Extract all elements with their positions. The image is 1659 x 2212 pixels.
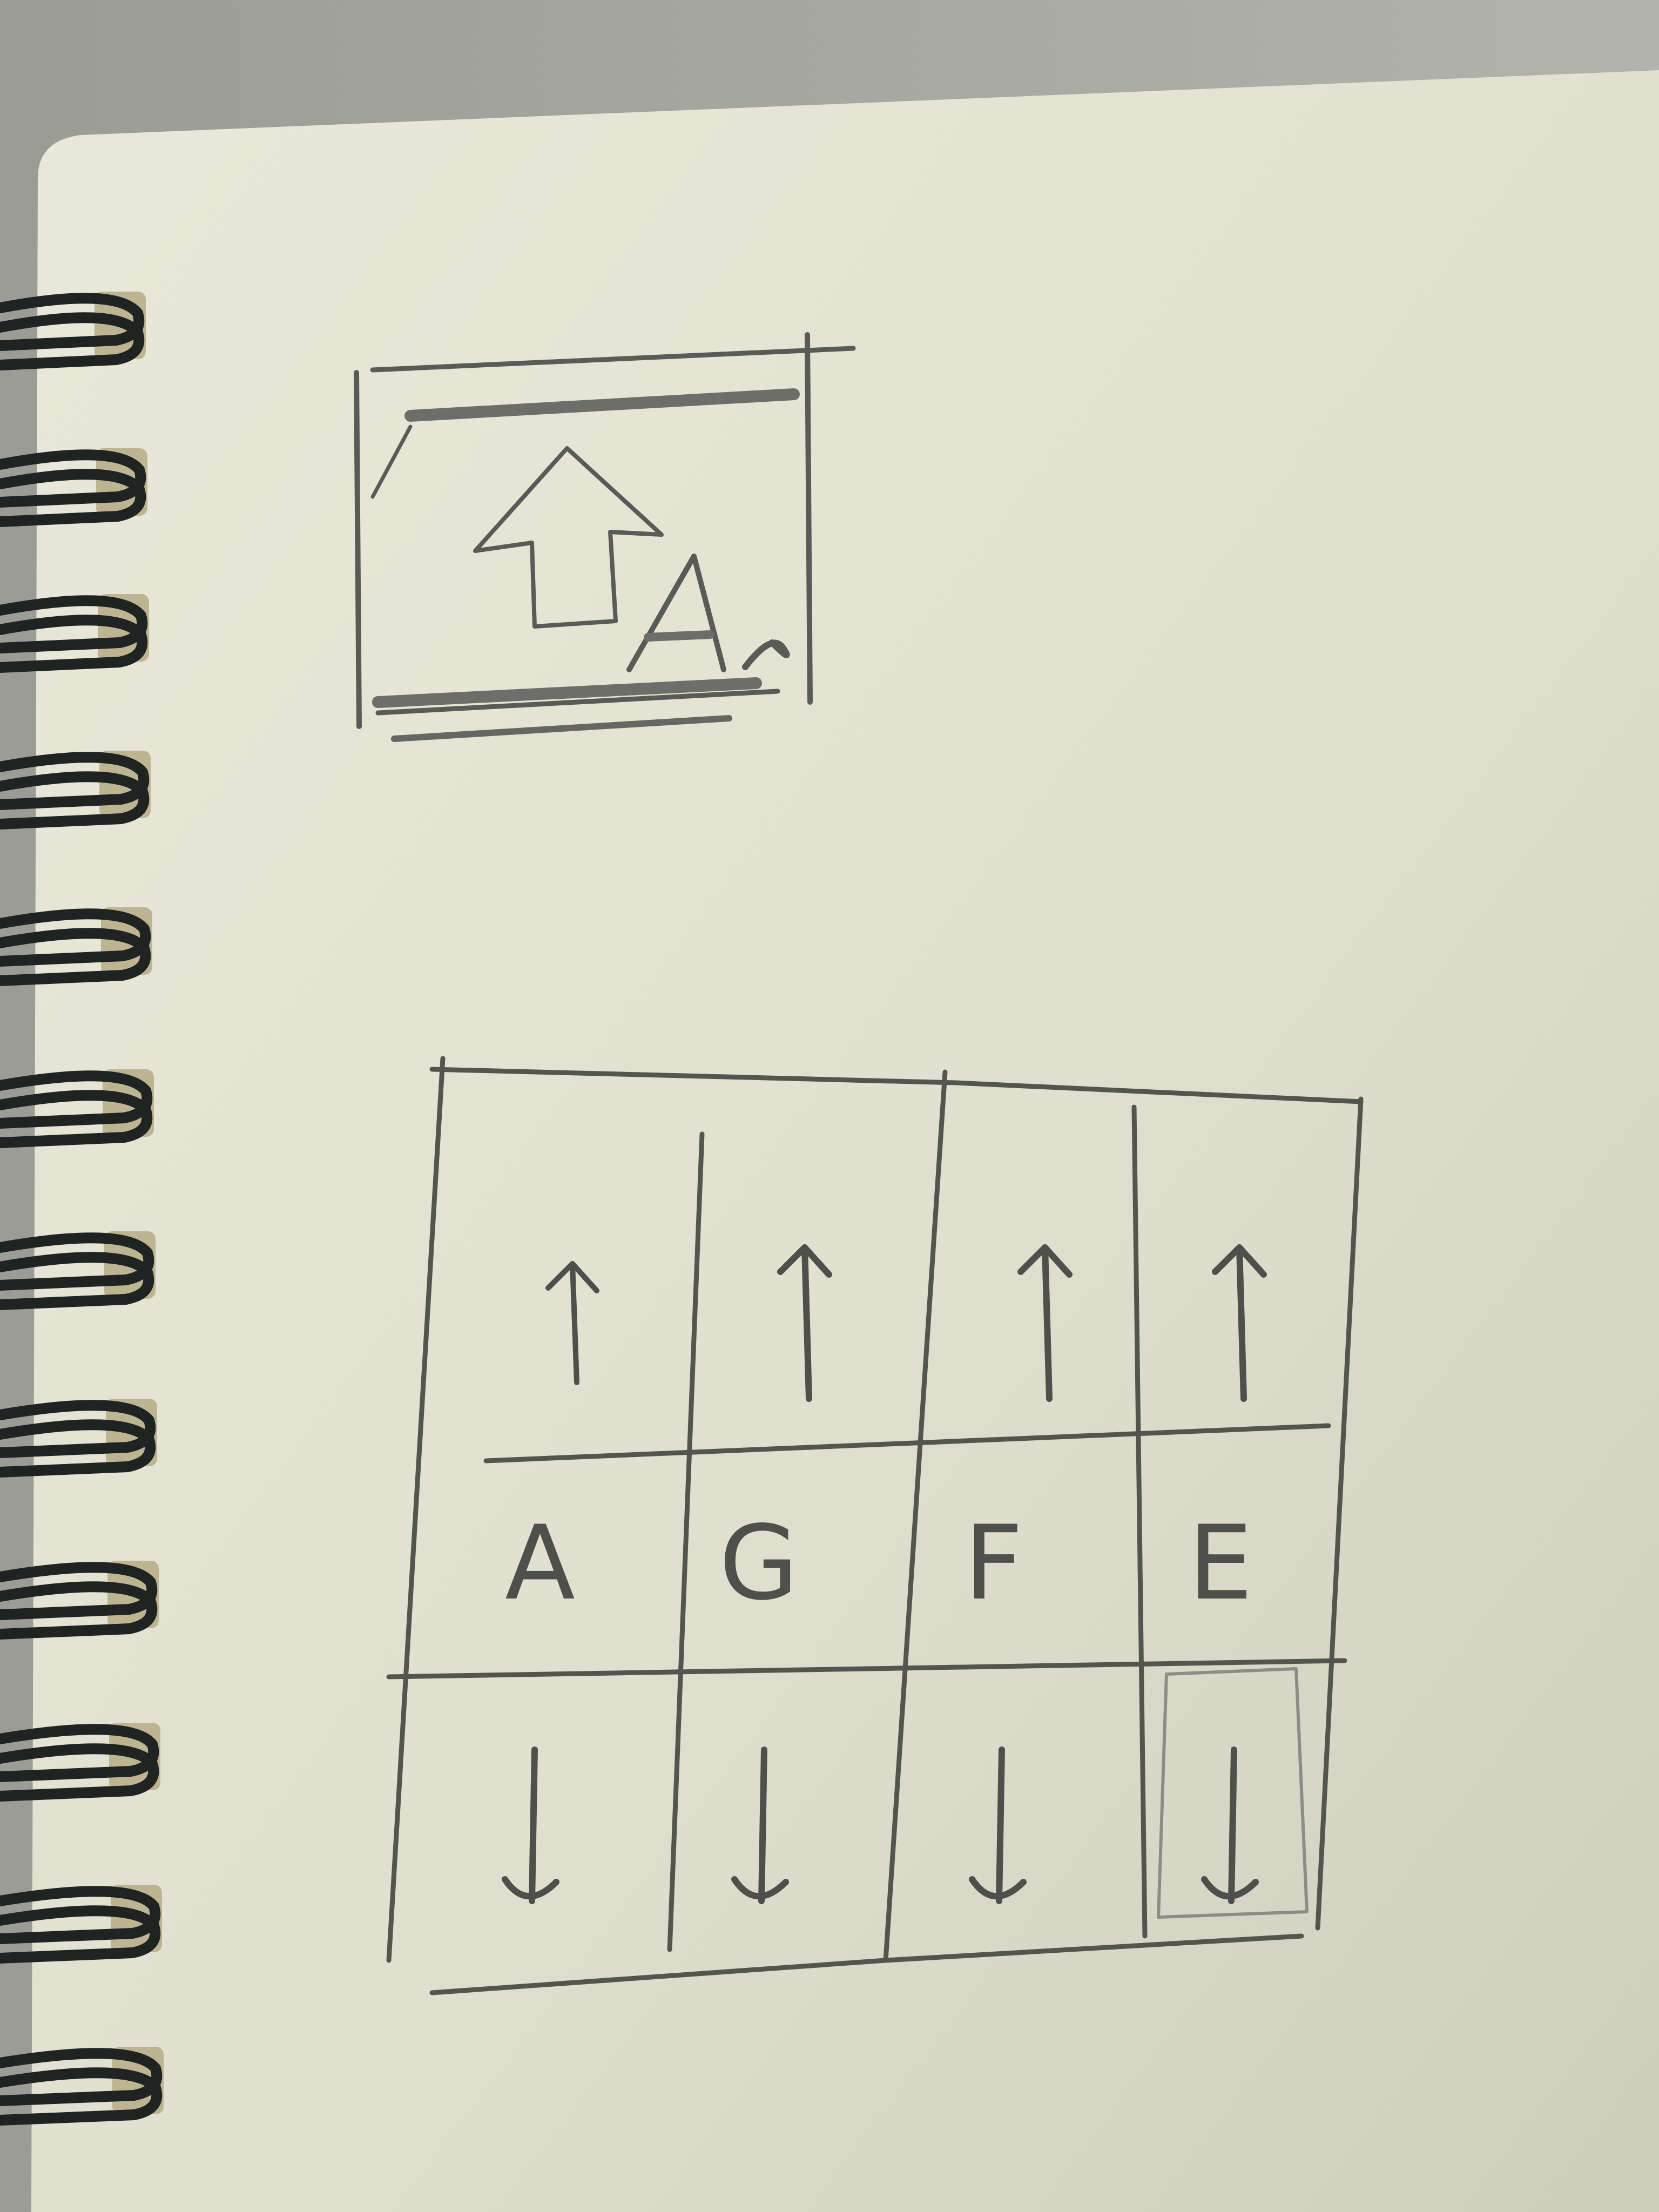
grid-letter: E [1188,1503,1253,1623]
notebook-page [31,70,1659,2212]
grid-letter: F [964,1503,1023,1623]
grid-letter: G [719,1503,798,1623]
notebook-photo: A AGFE [0,0,1659,2212]
grid-letter: A [505,1503,575,1623]
